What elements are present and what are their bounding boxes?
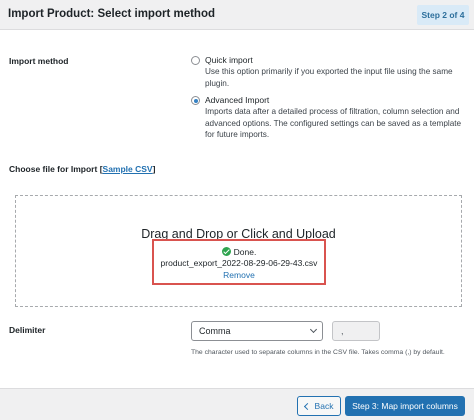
uploaded-file-box: Done. product_export_2022-08-29-06-29-43…: [152, 239, 326, 285]
next-step-button[interactable]: Step 3: Map import columns: [345, 396, 465, 416]
page-title: Import Product: Select import method: [8, 8, 216, 20]
header-bar: Import Product: Select import method Ste…: [0, 0, 474, 30]
sample-csv-link[interactable]: Sample CSV: [103, 164, 153, 174]
upload-status-text: Done.: [233, 247, 257, 257]
delimiter-help-text: The character used to separate columns i…: [191, 349, 445, 356]
file-dropzone[interactable]: Drag and Drop or Click and Upload Done. …: [15, 195, 462, 307]
delimiter-selected-value: Comma: [199, 326, 231, 336]
uploaded-filename: product_export_2022-08-29-06-29-43.csv: [160, 258, 318, 268]
radio-button-advanced-import[interactable]: [191, 96, 200, 105]
radio-title-quick-import: Quick import: [205, 55, 253, 65]
radio-title-advanced-import: Advanced Import: [205, 95, 270, 105]
back-button[interactable]: Back: [297, 396, 341, 416]
choose-file-text: Choose file for Import: [9, 164, 98, 174]
step-badge: Step 2 of 4: [417, 5, 469, 25]
delimiter-label: Delimiter: [9, 325, 46, 335]
back-button-label: Back: [314, 401, 334, 411]
check-circle-icon: [221, 247, 231, 256]
upload-status: Done.: [154, 247, 324, 257]
radio-button-quick-import[interactable]: [191, 56, 200, 65]
chevron-down-icon: [309, 325, 318, 334]
sample-close-bracket: ]: [152, 164, 156, 174]
import-method-label: Import method: [9, 56, 69, 66]
footer-bar: Back Step 3: Map import columns: [0, 388, 474, 420]
delimiter-input[interactable]: ,: [332, 321, 380, 341]
radio-desc-advanced-import: Imports data after a detailed process of…: [205, 107, 462, 139]
chevron-left-icon: [303, 402, 311, 410]
choose-file-label: Choose file for Import [Sample CSV]: [9, 164, 155, 174]
delimiter-select[interactable]: Comma: [191, 321, 323, 341]
remove-file-link[interactable]: Remove: [154, 270, 324, 280]
radio-desc-quick-import: Use this option primarily if you exporte…: [205, 67, 453, 88]
